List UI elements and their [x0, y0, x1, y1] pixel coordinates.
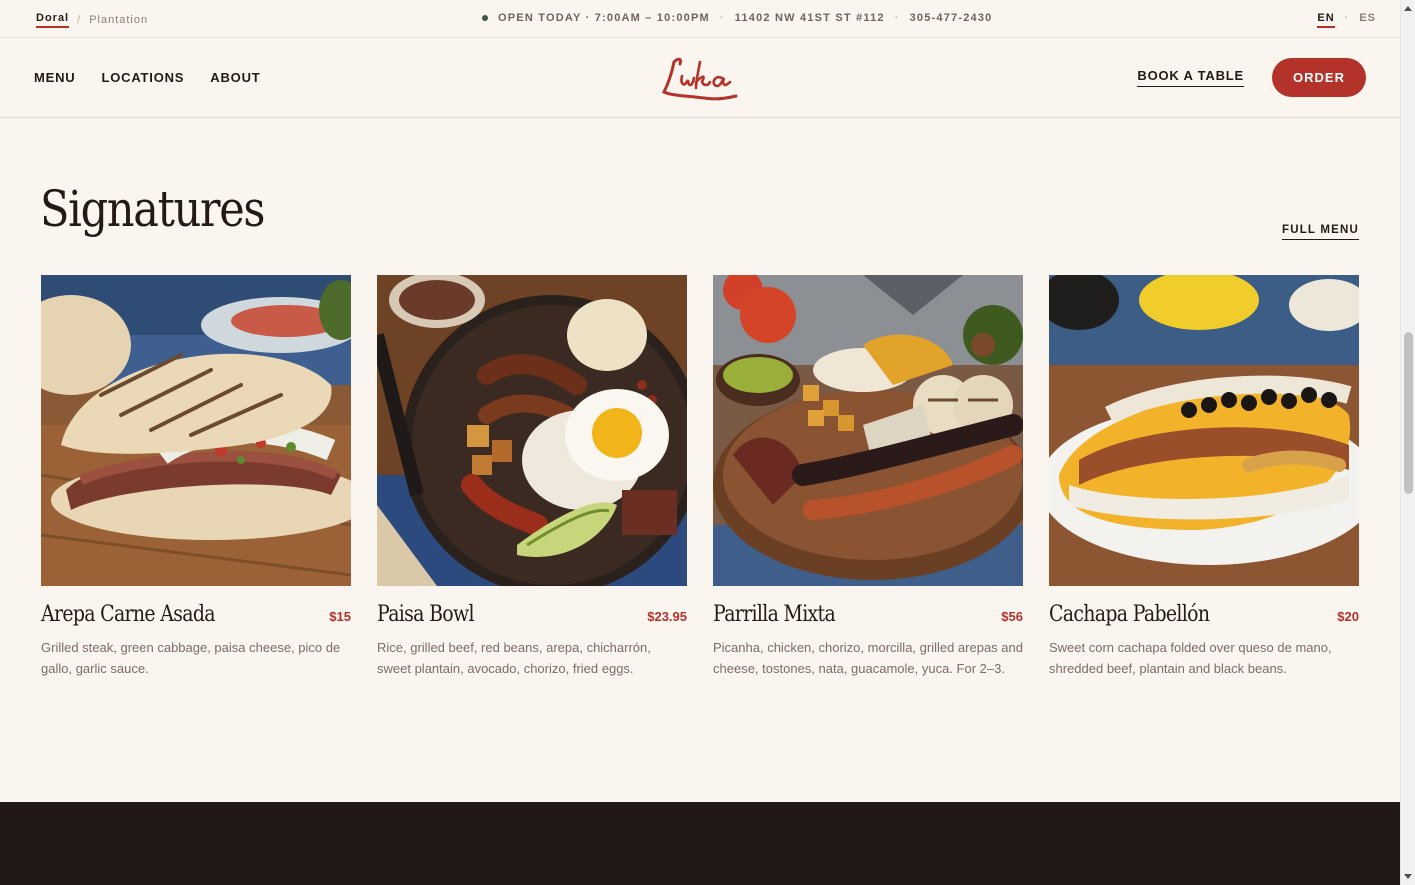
info-separator: ·: [894, 12, 900, 24]
card-header: Cachapa Pabellón $20: [1049, 602, 1359, 627]
dish-price: $56: [1001, 609, 1023, 624]
main-nav: MENU LOCATIONS ABOUT BOOK A TABLE ORDER: [0, 38, 1400, 118]
menu-card[interactable]: Cachapa Pabellón $20 Sweet corn cachapa …: [1049, 275, 1359, 679]
location-plantation[interactable]: Plantation: [89, 14, 148, 26]
info-separator: ·: [719, 12, 725, 24]
card-header: Parrilla Mixta $56: [713, 602, 1023, 627]
dish-description: Sweet corn cachapa folded over queso de …: [1049, 640, 1332, 676]
dish-description: Picanha, chicken, chorizo, morcilla, gri…: [713, 640, 1023, 676]
book-table-link[interactable]: BOOK A TABLE: [1137, 68, 1244, 87]
dish-name[interactable]: Parrilla Mixta: [713, 602, 836, 627]
location-switcher: Doral / Plantation: [36, 12, 148, 28]
page-scrollbar[interactable]: [1400, 0, 1415, 885]
dish-name[interactable]: Cachapa Pabellón: [1049, 602, 1210, 627]
lang-separator: ·: [1344, 12, 1350, 24]
location-separator: /: [77, 14, 82, 26]
utility-bar: Doral / Plantation OPEN TODAY · 7:00AM –…: [0, 0, 1400, 38]
dish-price: $23.95: [647, 609, 687, 624]
dish-description: Grilled steak, green cabbage, paisa chee…: [41, 640, 341, 676]
card-header: Paisa Bowl $23.95: [377, 602, 687, 627]
lang-en[interactable]: EN: [1317, 12, 1335, 28]
order-button[interactable]: ORDER: [1272, 58, 1366, 97]
dish-name[interactable]: Arepa Carne Asada: [41, 602, 216, 627]
store-info: OPEN TODAY · 7:00AM – 10:00PM · 11402 NW…: [482, 12, 993, 24]
phone[interactable]: 305-477-2430: [910, 12, 993, 24]
scrollbar-thumb[interactable]: [1404, 332, 1413, 494]
page: Doral / Plantation OPEN TODAY · 7:00AM –…: [0, 0, 1400, 885]
arepa-carne-asada-photo[interactable]: [41, 275, 351, 586]
full-menu-link[interactable]: FULL MENU: [1281, 224, 1359, 240]
dish-price: $20: [1337, 609, 1359, 624]
cachapa-pabellon-photo[interactable]: [1049, 275, 1359, 586]
section-title: Signatures: [40, 180, 266, 238]
footer-band: [0, 802, 1400, 885]
lang-es[interactable]: ES: [1359, 12, 1376, 28]
dish-description: Rice, grilled beef, red beans, arepa, ch…: [377, 640, 651, 676]
scroll-down-arrow-icon[interactable]: [1404, 874, 1412, 879]
open-status-dot-icon: [482, 15, 488, 21]
language-switcher: EN · ES: [1317, 12, 1376, 28]
location-doral[interactable]: Doral: [36, 12, 70, 28]
paisa-bowl-photo[interactable]: [377, 275, 687, 586]
luka-logo[interactable]: [660, 52, 742, 104]
address[interactable]: 11402 NW 41ST ST #112: [735, 12, 885, 24]
nav-links: MENU LOCATIONS ABOUT: [34, 70, 261, 85]
open-hours: OPEN TODAY · 7:00AM – 10:00PM: [498, 12, 710, 24]
signature-cards: Arepa Carne Asada $15 Grilled steak, gre…: [41, 275, 1359, 679]
dish-price: $15: [329, 609, 351, 624]
menu-card[interactable]: Parrilla Mixta $56 Picanha, chicken, cho…: [713, 275, 1023, 679]
menu-card[interactable]: Paisa Bowl $23.95 Rice, grilled beef, re…: [377, 275, 687, 679]
nav-locations[interactable]: LOCATIONS: [101, 70, 184, 85]
menu-card[interactable]: Arepa Carne Asada $15 Grilled steak, gre…: [41, 275, 351, 679]
nav-menu[interactable]: MENU: [34, 70, 75, 85]
dish-name[interactable]: Paisa Bowl: [377, 602, 475, 627]
card-header: Arepa Carne Asada $15: [41, 602, 351, 627]
parrilla-mixta-photo[interactable]: [713, 275, 1023, 586]
nav-about[interactable]: ABOUT: [210, 70, 260, 85]
scroll-up-arrow-icon[interactable]: [1404, 6, 1412, 11]
nav-actions: BOOK A TABLE ORDER: [1137, 58, 1366, 97]
